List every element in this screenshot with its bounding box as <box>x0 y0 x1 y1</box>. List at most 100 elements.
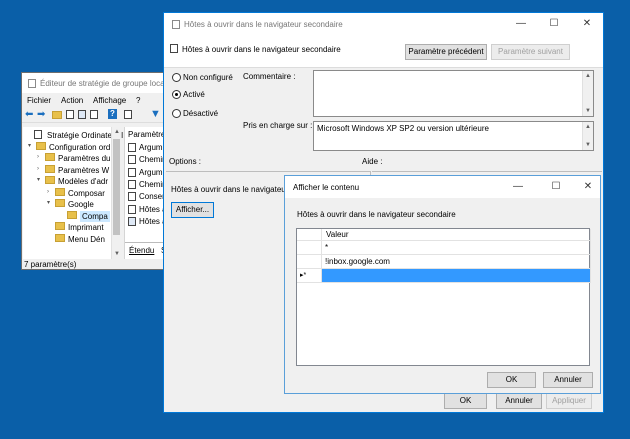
options-label: Options : <box>169 157 202 166</box>
tree-item[interactable]: Compa <box>23 210 111 222</box>
show-contents-heading: Hôtes à ouvrir dans le navigateur second… <box>297 210 456 219</box>
minimize-icon[interactable]: — <box>509 13 533 35</box>
policy-app-icon <box>172 20 180 29</box>
filter-icon[interactable]: ▼ <box>150 108 161 120</box>
folder-up-icon[interactable] <box>52 111 62 119</box>
cancel-button[interactable]: Annuler <box>496 393 542 409</box>
menu-help[interactable]: ? <box>136 96 140 105</box>
label-enabled[interactable]: Activé <box>183 90 205 99</box>
collapse-arrow-icon[interactable]: › <box>37 152 39 163</box>
tree-item-label: Paramètres W <box>58 165 110 175</box>
scroll-up-arrow-icon[interactable]: ▲ <box>583 71 593 81</box>
gpedit-status-bar: 7 paramètre(s) <box>24 260 77 269</box>
scroll-up-arrow-icon[interactable]: ▲ <box>583 122 593 132</box>
tree-item[interactable]: ▾ Google <box>23 198 111 209</box>
show-button[interactable]: Afficher... <box>171 202 214 218</box>
show-contents-ok-button[interactable]: OK <box>487 372 536 388</box>
radio-not-configured[interactable] <box>172 73 181 82</box>
column-header-label: Valeur <box>326 230 349 239</box>
apply-button[interactable]: Appliquer <box>546 393 592 409</box>
expand-arrow-icon[interactable]: ▾ <box>47 198 50 209</box>
policy-setting-icon <box>128 155 136 165</box>
row-header[interactable] <box>297 255 322 269</box>
show-contents-cancel-button[interactable]: Annuler <box>543 372 593 388</box>
supported-on-label: Pris en charge sur : <box>243 121 313 130</box>
export-list-icon[interactable] <box>78 110 86 119</box>
label-disabled[interactable]: Désactivé <box>183 109 218 118</box>
options-description: Hôtes à ouvrir dans le navigateur se <box>171 185 300 194</box>
maximize-icon[interactable]: ☐ <box>544 176 568 198</box>
folder-icon <box>36 141 46 150</box>
expand-arrow-icon[interactable]: ▾ <box>28 141 31 152</box>
gpedit-menubar: Fichier Action Affichage ? <box>22 94 170 106</box>
properties-icon[interactable] <box>124 110 132 119</box>
tree-pane: Stratégie Ordinateur l ▾ Configuration ord… <box>23 127 123 259</box>
previous-setting-button[interactable]: Paramètre précédent <box>405 44 487 60</box>
scroll-down-arrow-icon[interactable]: ▼ <box>583 106 593 116</box>
scroll-up-arrow-icon[interactable]: ▲ <box>112 127 122 137</box>
comment-scrollbar[interactable]: ▲ ▼ <box>582 71 593 116</box>
tree-item-label: Compa <box>80 210 110 222</box>
tree-item[interactable]: Imprimant <box>23 221 111 232</box>
policy-setting-icon <box>128 216 136 226</box>
tree-item[interactable]: › Paramètres du <box>23 152 111 163</box>
values-grid[interactable]: Valeur * !inbox.google.com ▸* <box>296 228 591 366</box>
minimize-icon[interactable]: — <box>506 176 530 198</box>
gpedit-titlebar[interactable]: Éditeur de stratégie de groupe locale <box>22 73 170 93</box>
value-cell-text: * <box>325 243 329 252</box>
policy-setting-icon <box>128 167 136 177</box>
column-header-valeur[interactable]: Valeur <box>322 229 591 241</box>
tree-item-label: Imprimant <box>68 223 104 232</box>
tree-item[interactable]: Menu Dén <box>23 233 111 244</box>
menu-affichage[interactable]: Affichage <box>93 96 126 105</box>
folder-icon <box>55 187 65 196</box>
folder-icon <box>55 222 65 230</box>
forward-arrow-icon[interactable]: ➡ <box>37 109 45 120</box>
show-hide-tree-icon[interactable] <box>66 110 74 119</box>
menu-action[interactable]: Action <box>61 96 83 105</box>
collapse-arrow-icon[interactable]: › <box>37 164 39 175</box>
comment-textarea[interactable]: ▲ ▼ <box>313 70 594 117</box>
computer-policy-icon <box>34 130 42 139</box>
next-setting-button[interactable]: Paramètre suivant <box>491 44 570 60</box>
ok-button[interactable]: OK <box>444 393 487 409</box>
radio-enabled[interactable] <box>172 90 181 99</box>
close-icon[interactable]: ✕ <box>575 13 599 35</box>
tree-item[interactable]: ▾ Configuration ord <box>23 141 111 152</box>
maximize-icon[interactable]: ☐ <box>542 13 566 35</box>
tree-item[interactable]: › Composar <box>23 187 111 198</box>
supported-scrollbar[interactable]: ▲ ▼ <box>582 122 593 150</box>
tree-scrollbar[interactable]: ▲ ▼ <box>111 127 121 259</box>
show-contents-dialog: Afficher le contenu — ☐ ✕ Hôtes à ouvrir… <box>284 175 601 394</box>
tree-item[interactable]: ▾ Modèles d'adr <box>23 175 111 186</box>
label-not-configured[interactable]: Non configuré <box>183 73 233 82</box>
show-contents-titlebar[interactable]: Afficher le contenu — ☐ ✕ <box>285 176 600 198</box>
refresh-icon[interactable] <box>90 110 98 119</box>
value-cell[interactable]: !inbox.google.com <box>322 255 591 269</box>
tree-scroll-thumb[interactable] <box>113 139 120 235</box>
value-cell[interactable] <box>322 269 591 283</box>
close-icon[interactable]: ✕ <box>576 176 600 198</box>
tab-etendu[interactable]: Étendu <box>129 246 154 255</box>
collapse-arrow-icon[interactable]: › <box>47 187 49 198</box>
show-contents-title: Afficher le contenu <box>293 183 360 192</box>
row-marker: ▸* <box>300 272 307 279</box>
scroll-down-arrow-icon[interactable]: ▼ <box>583 140 593 150</box>
radio-disabled[interactable] <box>172 109 181 118</box>
back-arrow-icon[interactable]: ⬅ <box>25 109 33 120</box>
tree-item-label: Composar <box>68 188 105 198</box>
help-icon[interactable]: ? <box>108 109 117 119</box>
scroll-down-arrow-icon[interactable]: ▼ <box>112 249 122 259</box>
list-header-parametre[interactable]: Paramètre <box>128 130 165 139</box>
expand-arrow-icon[interactable]: ▾ <box>37 175 40 186</box>
policy-title: Hôtes à ouvrir dans le navigateur second… <box>184 20 343 29</box>
tree-item[interactable]: Stratégie Ordinateur l <box>23 129 123 140</box>
tree-item[interactable]: › Paramètres W <box>23 164 111 175</box>
comment-label: Commentaire : <box>243 72 296 81</box>
value-cell[interactable]: * <box>322 241 591 255</box>
folder-icon <box>45 153 55 161</box>
policy-titlebar[interactable]: Hôtes à ouvrir dans le navigateur second… <box>164 13 603 35</box>
menu-fichier[interactable]: Fichier <box>27 96 51 105</box>
row-header[interactable]: ▸* <box>297 269 322 283</box>
row-header[interactable] <box>297 241 322 255</box>
